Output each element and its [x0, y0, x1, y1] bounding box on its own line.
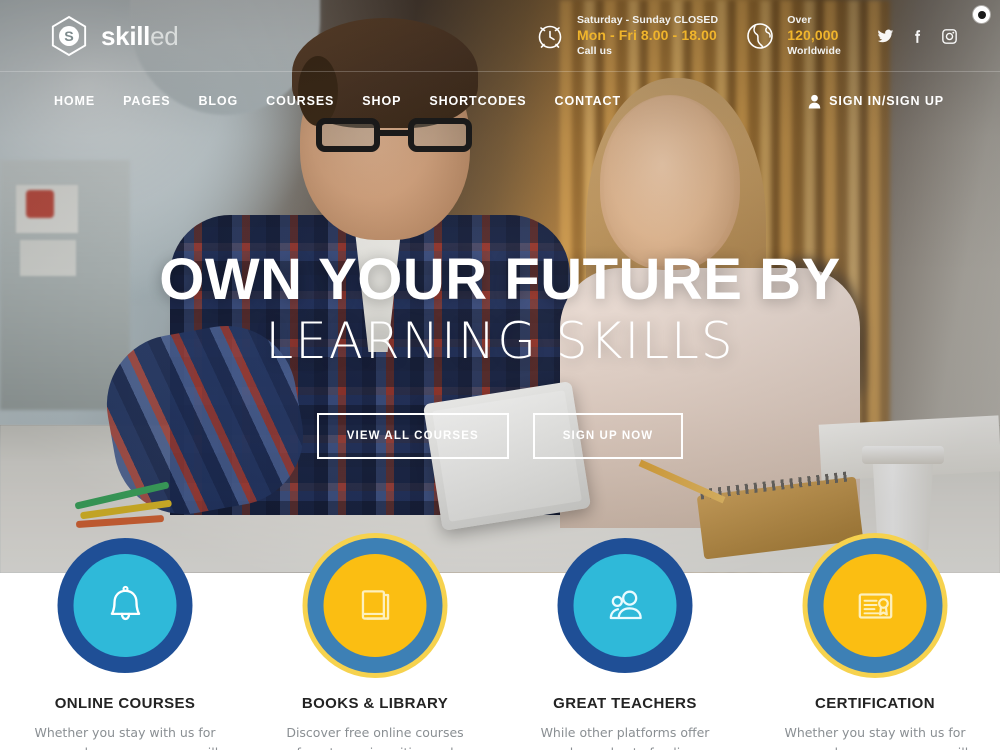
- reach-line-1: Over: [787, 13, 812, 26]
- feature-title: ONLINE COURSES: [54, 695, 196, 712]
- feature-description: Whether you stay with us for one week or…: [782, 725, 968, 750]
- top-bar-info: Saturday - Sunday CLOSED Mon - Fri 8.00 …: [534, 14, 1000, 59]
- hours-line-1: Saturday - Sunday CLOSED: [576, 13, 719, 26]
- view-all-courses-button[interactable]: VIEW ALL COURSES: [316, 413, 509, 460]
- feature-description: Discover free online courses from top un…: [286, 725, 464, 750]
- opening-hours-block: Saturday - Sunday CLOSED Mon - Fri 8.00 …: [534, 14, 718, 59]
- feature-title: GREAT TEACHERS: [553, 695, 697, 712]
- feature-icon-circle[interactable]: [557, 538, 693, 673]
- nav-item-contact[interactable]: CONTACT: [555, 94, 621, 108]
- hours-line-2: Mon - Fri 8.00 - 18.00: [576, 27, 717, 44]
- nav-item-pages[interactable]: PAGES: [123, 94, 170, 108]
- feature-description: Whether you stay with us for one week or…: [32, 725, 218, 750]
- feature-icon-circle[interactable]: [307, 538, 443, 673]
- reach-line-2: 120,000: [787, 27, 839, 44]
- sign-up-now-button[interactable]: SIGN UP NOW: [532, 413, 684, 460]
- bell-icon: [110, 585, 140, 620]
- instagram-icon[interactable]: [941, 28, 958, 45]
- features-section: ONLINE COURSES Whether you stay with us …: [0, 538, 1000, 750]
- feature-description: While other platforms offer only a subse…: [540, 725, 710, 750]
- globe-icon: [747, 23, 774, 49]
- main-navigation: HOME PAGES BLOG COURSES SHOP SHORTCODES …: [0, 72, 1000, 130]
- hero-content: OWN YOUR FUTURE BY LEARNING SKILLS VIEW …: [0, 247, 1000, 460]
- logo-text-bold: skill: [101, 20, 151, 51]
- worldwide-reach-block: Over 120,000 Worldwide: [744, 14, 841, 59]
- twitter-icon[interactable]: [877, 28, 894, 45]
- page-root: S skilled Saturday - Sunday CLOSED Mon -…: [0, 0, 1000, 750]
- top-bar: S skilled Saturday - Sunday CLOSED Mon -…: [0, 0, 1000, 72]
- nav-items: HOME PAGES BLOG COURSES SHOP SHORTCODES …: [54, 94, 621, 108]
- hero-headline-top: OWN YOUR FUTURE BY: [159, 247, 841, 312]
- hexagon-s-icon: S: [51, 15, 87, 57]
- hours-line-3: Call us: [576, 44, 613, 57]
- nav-item-home[interactable]: HOME: [54, 94, 95, 108]
- book-icon: [361, 589, 389, 620]
- nav-item-shortcodes[interactable]: SHORTCODES: [429, 94, 526, 108]
- feature-title: BOOKS & LIBRARY: [301, 695, 449, 712]
- record-indicator[interactable]: [973, 6, 990, 23]
- reach-line-3: Worldwide: [787, 44, 841, 57]
- users-icon: [609, 590, 642, 619]
- sign-in-sign-up-label: SIGN IN/SIGN UP: [829, 94, 944, 108]
- facebook-icon[interactable]: [909, 28, 926, 45]
- user-icon: [808, 94, 821, 108]
- nav-item-blog[interactable]: BLOG: [198, 94, 238, 108]
- feature-icon-circle[interactable]: [57, 538, 193, 673]
- feature-title: CERTIFICATION: [815, 695, 935, 712]
- alarm-clock-icon: [538, 25, 562, 49]
- nav-item-shop[interactable]: SHOP: [362, 94, 401, 108]
- site-logo[interactable]: S skilled: [50, 15, 179, 57]
- hero-headline-bottom: LEARNING SKILLS: [265, 312, 735, 371]
- svg-text:S: S: [64, 29, 74, 45]
- hero-buttons: VIEW ALL COURSES SIGN UP NOW: [0, 413, 1000, 460]
- nav-item-courses[interactable]: COURSES: [266, 94, 334, 108]
- feature-icon-circle[interactable]: [807, 538, 943, 673]
- sign-in-sign-up-link[interactable]: SIGN IN/SIGN UP: [808, 94, 944, 109]
- social-links: [877, 28, 958, 45]
- logo-text: skilled: [101, 20, 179, 52]
- certificate-icon: [858, 592, 892, 619]
- logo-text-light: ed: [150, 20, 179, 51]
